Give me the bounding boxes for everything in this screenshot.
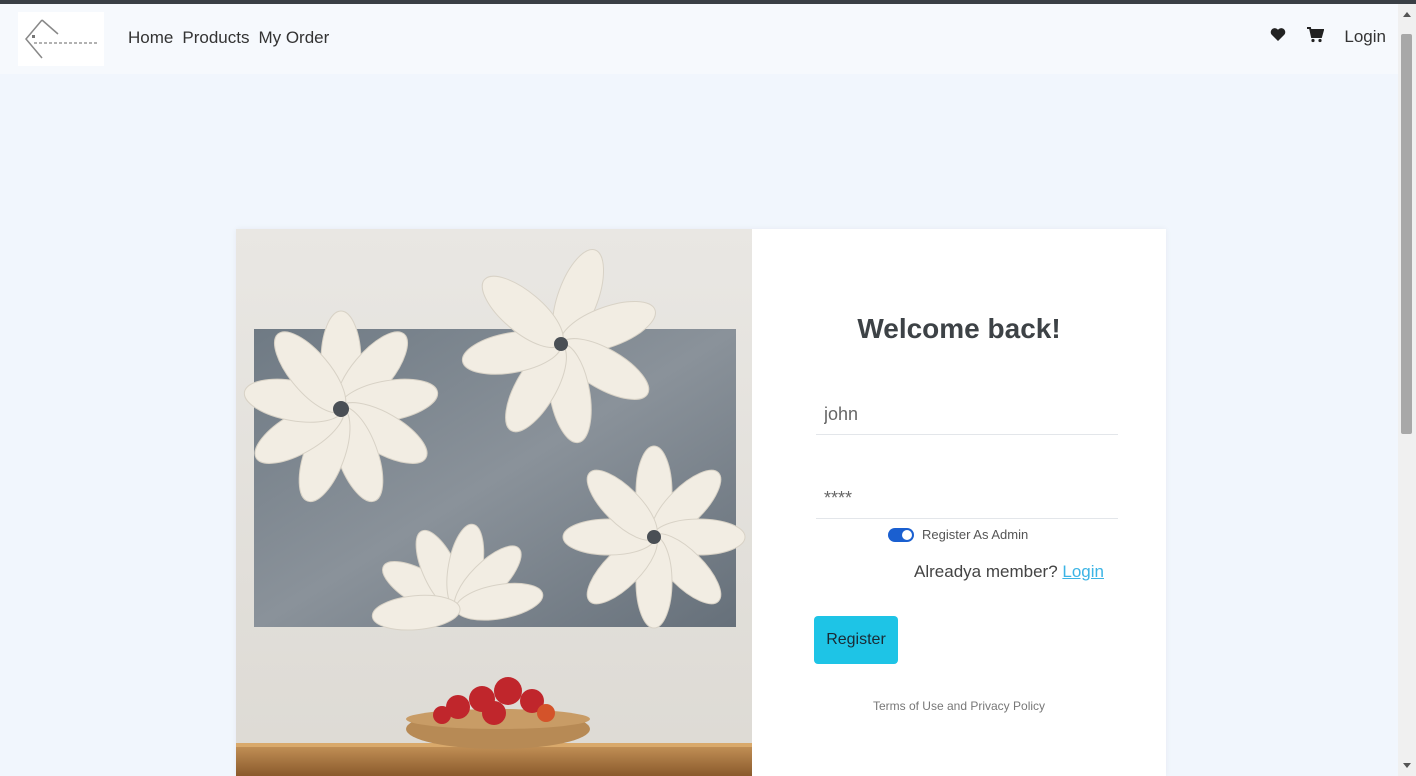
nav-login-link[interactable]: Login (1344, 27, 1386, 47)
nav-link-products[interactable]: Products (182, 28, 249, 48)
brand-logo[interactable] (18, 12, 104, 66)
scroll-up-arrow-icon[interactable] (1403, 12, 1411, 17)
form-title: Welcome back! (857, 313, 1061, 344)
register-form: Welcome back! Register As Admin Alreadya… (752, 229, 1166, 776)
navbar: Home Products My Order Login (0, 4, 1398, 74)
cart-icon[interactable] (1306, 26, 1325, 48)
member-prompt-text: Alreadya member? (914, 562, 1058, 581)
page-scrollbar[interactable] (1398, 4, 1416, 776)
scroll-thumb[interactable] (1401, 34, 1412, 434)
member-prompt-row: Alreadya member? Login (914, 562, 1104, 582)
password-field[interactable] (816, 479, 1118, 519)
nav-actions: Login (1270, 26, 1386, 48)
admin-toggle-label: Register As Admin (922, 527, 1029, 542)
admin-toggle-switch[interactable] (888, 527, 914, 542)
terms-text: Terms of Use and Privacy Policy (872, 699, 1046, 713)
login-link[interactable]: Login (1062, 562, 1104, 581)
username-field[interactable] (816, 395, 1118, 435)
nav-links: Home Products My Order (128, 28, 338, 48)
register-card: Welcome back! Register As Admin Alreadya… (236, 229, 1166, 776)
nav-link-home[interactable]: Home (128, 28, 173, 48)
decor-image (236, 229, 752, 776)
register-button[interactable]: Register (814, 616, 898, 664)
nav-link-my-order[interactable]: My Order (258, 28, 329, 48)
heart-icon[interactable] (1270, 27, 1286, 47)
admin-toggle-row: Register As Admin (888, 527, 1028, 542)
scroll-down-arrow-icon[interactable] (1403, 763, 1411, 768)
